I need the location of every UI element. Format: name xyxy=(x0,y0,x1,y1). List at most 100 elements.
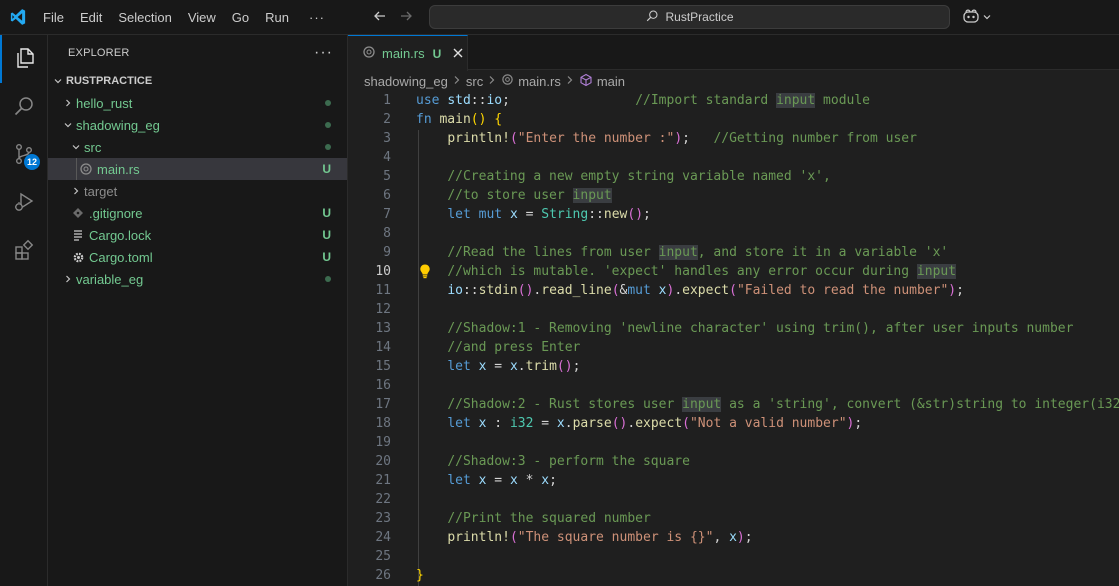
chevron-down-icon xyxy=(982,10,992,25)
git-modified-dot xyxy=(325,122,331,128)
menu-run[interactable]: Run xyxy=(257,0,297,35)
git-untracked-badge: U xyxy=(322,228,331,242)
tree-item-label: Cargo.toml xyxy=(89,249,153,265)
tree-item-main-rs[interactable]: main.rs U xyxy=(48,158,347,180)
tree-item-variable-eg[interactable]: variable_eg xyxy=(48,268,347,290)
code-line[interactable]: 2 fn main() { xyxy=(348,110,1119,129)
code-line[interactable]: 11 io::stdin().read_line(&mut x).expect(… xyxy=(348,281,1119,300)
code-text: //to store user input xyxy=(447,188,612,203)
line-number: 8 xyxy=(383,226,391,241)
tree-item-src[interactable]: src xyxy=(48,136,347,158)
code-line[interactable]: 16 xyxy=(348,376,1119,395)
back-arrow-icon[interactable] xyxy=(372,8,388,26)
menu-more-button[interactable]: ··· xyxy=(297,0,337,35)
code-text: let x = x * x; xyxy=(447,473,557,488)
close-icon[interactable] xyxy=(453,45,463,62)
line-number: 10 xyxy=(375,264,391,279)
code-line[interactable]: 12 xyxy=(348,300,1119,319)
line-number: 17 xyxy=(375,397,391,412)
git-modified-dot xyxy=(325,144,331,150)
tree-item-target[interactable]: target xyxy=(48,180,347,202)
source-control-badge: 12 xyxy=(24,154,41,170)
code-text: //Print the squared number xyxy=(447,511,651,526)
code-line[interactable]: 13 //Shadow:1 - Removing 'newline charac… xyxy=(348,319,1119,338)
git-untracked-badge: U xyxy=(322,206,331,220)
line-number: 25 xyxy=(375,549,391,564)
code-line[interactable]: 23 //Print the squared number xyxy=(348,509,1119,528)
code-line[interactable]: 10 //which is mutable. 'expect' handles … xyxy=(348,262,1119,281)
code-line[interactable]: 14 //and press Enter xyxy=(348,338,1119,357)
code-text: //and press Enter xyxy=(447,340,581,355)
menu-file[interactable]: File xyxy=(35,0,72,35)
breadcrumb-item[interactable]: main.rs xyxy=(518,74,561,89)
breadcrumb-item[interactable]: src xyxy=(466,74,483,89)
code-text: io::stdin().read_line(&mut x).expect("Fa… xyxy=(447,283,964,298)
explorer-activity-button[interactable] xyxy=(0,35,48,83)
chevron-down-icon xyxy=(60,114,76,136)
extensions-icon xyxy=(12,238,36,265)
code-line[interactable]: 20 //Shadow:3 - perform the square xyxy=(348,452,1119,471)
line-number: 11 xyxy=(375,283,391,298)
search-icon xyxy=(12,94,36,121)
tree-item-cargo-toml[interactable]: Cargo.toml U xyxy=(48,246,347,268)
lightbulb-icon[interactable] xyxy=(418,263,432,279)
sidebar-header: EXPLORER ··· xyxy=(48,35,347,70)
editor-group: main.rs U shadowing_eg src main.rs main … xyxy=(348,35,1119,586)
workspace-root[interactable]: RUSTPRACTICE xyxy=(48,70,347,92)
menu-go[interactable]: Go xyxy=(224,0,257,35)
tree-item-shadowing-eg[interactable]: shadowing_eg xyxy=(48,114,347,136)
copilot-button[interactable] xyxy=(962,8,992,27)
tab-main-rs[interactable]: main.rs U xyxy=(348,35,468,71)
tab-label: main.rs xyxy=(382,46,425,61)
source-control-activity-button[interactable]: 12 xyxy=(0,131,48,179)
menu-view[interactable]: View xyxy=(180,0,224,35)
code-line[interactable]: 1 use std::io; //Import standard input mo… xyxy=(348,92,1119,110)
menu-edit[interactable]: Edit xyxy=(72,0,110,35)
code-text: //Read the lines from user input, and st… xyxy=(447,245,949,260)
code-text: //which is mutable. 'expect' handles any… xyxy=(447,264,957,279)
sidebar-more-actions-button[interactable]: ··· xyxy=(314,44,333,62)
code-line[interactable]: 8 xyxy=(348,224,1119,243)
code-line[interactable]: 7 let mut x = String::new(); xyxy=(348,205,1119,224)
code-line[interactable]: 6 //to store user input xyxy=(348,186,1119,205)
tree-item-gitignore[interactable]: .gitignore U xyxy=(48,202,347,224)
code-line[interactable]: 22 xyxy=(348,490,1119,509)
tab-git-status: U xyxy=(432,46,442,61)
code-line[interactable]: 3 println!("Enter the number :"); //Gett… xyxy=(348,129,1119,148)
copilot-icon xyxy=(962,8,980,27)
run-debug-icon xyxy=(12,190,36,217)
line-number: 4 xyxy=(383,150,391,165)
code-line[interactable]: 24 println!("The square number is {}", x… xyxy=(348,528,1119,547)
git-modified-dot xyxy=(325,276,331,282)
line-number: 13 xyxy=(375,321,391,336)
code-line[interactable]: 15 let x = x.trim(); xyxy=(348,357,1119,376)
menu-bar: File Edit Selection View Go Run ··· xyxy=(35,0,337,35)
command-center-label: RustPractice xyxy=(665,10,734,24)
command-center-search[interactable]: RustPractice xyxy=(429,5,950,29)
line-number: 19 xyxy=(375,435,391,450)
code-line[interactable]: 26} xyxy=(348,566,1119,585)
line-number: 16 xyxy=(375,378,391,393)
sidebar-title: EXPLORER xyxy=(68,46,130,59)
code-line[interactable]: 9 //Read the lines from user input, and … xyxy=(348,243,1119,262)
search-activity-button[interactable] xyxy=(0,83,48,131)
line-number: 26 xyxy=(375,568,391,583)
tree-item-cargo-lock[interactable]: Cargo.lock U xyxy=(48,224,347,246)
menu-selection[interactable]: Selection xyxy=(110,0,179,35)
breadcrumb-item[interactable]: main xyxy=(597,74,625,89)
code-line[interactable]: 19 xyxy=(348,433,1119,452)
line-number: 6 xyxy=(383,188,391,203)
forward-arrow-icon[interactable] xyxy=(398,8,414,26)
tree-item-hello-rust[interactable]: hello_rust xyxy=(48,92,347,114)
code-editor[interactable]: 1 use std::io; //Import standard input mo… xyxy=(348,92,1119,586)
breadcrumb-item[interactable]: shadowing_eg xyxy=(364,74,448,89)
code-line[interactable]: 4 xyxy=(348,148,1119,167)
line-number: 23 xyxy=(375,511,391,526)
code-line[interactable]: 5 //Creating a new empty string variable… xyxy=(348,167,1119,186)
code-line[interactable]: 17 //Shadow:2 - Rust stores user input a… xyxy=(348,395,1119,414)
code-line[interactable]: 25 xyxy=(348,547,1119,566)
code-line[interactable]: 18 let x : i32 = x.parse().expect("Not a… xyxy=(348,414,1119,433)
run-debug-activity-button[interactable] xyxy=(0,179,48,227)
code-line[interactable]: 21 let x = x * x; xyxy=(348,471,1119,490)
extensions-activity-button[interactable] xyxy=(0,227,48,275)
